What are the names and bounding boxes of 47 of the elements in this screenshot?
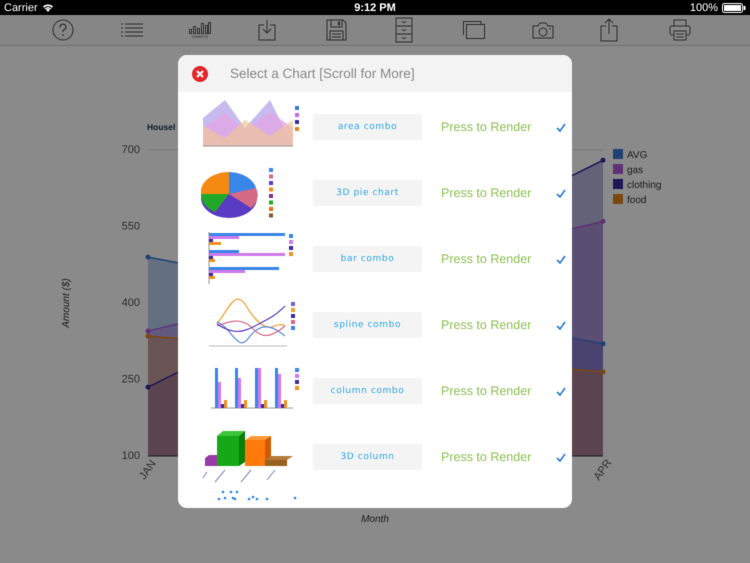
y-tick-label: 700 [122, 144, 140, 156]
data-point [600, 369, 606, 374]
y-tick-label: 100 [122, 450, 140, 462]
download-icon[interactable] [258, 19, 276, 41]
legend-label: clothing [627, 180, 662, 191]
data-point [600, 341, 606, 346]
status-time: 9:12 PM [354, 2, 396, 14]
legend-label: AVG [627, 150, 648, 161]
camera-icon[interactable] [532, 22, 554, 38]
legend-label: gas [627, 165, 644, 176]
battery-icon [722, 2, 746, 12]
chart-type-label[interactable]: column combo [313, 378, 422, 404]
print-icon[interactable] [668, 19, 690, 41]
bar-chart-icon[interactable] [189, 22, 211, 34]
render-link[interactable]: Press to Render [441, 450, 532, 464]
y-tick-label: 550 [122, 220, 140, 232]
dialog-title: Select a Chart [Scroll for More] [230, 66, 415, 81]
chart-type-label[interactable]: area combo [313, 114, 422, 140]
close-icon[interactable] [192, 66, 208, 82]
share-icon[interactable] [600, 18, 618, 42]
save-icon[interactable] [326, 19, 347, 41]
chart-type-label[interactable]: 3D pie chart [313, 180, 422, 206]
legend-label: food [627, 195, 646, 206]
render-link[interactable]: Press to Render [441, 186, 532, 200]
y-tick-label: 400 [122, 297, 140, 309]
chart-type-label[interactable]: spline combo [313, 312, 422, 338]
list-icon[interactable] [120, 23, 142, 37]
render-link[interactable]: Press to Render [441, 120, 532, 134]
wifi-icon [42, 3, 54, 12]
help-icon[interactable] [52, 19, 74, 41]
carrier-name: Carrier [4, 2, 38, 14]
y-axis-label: Amount ($) [61, 278, 72, 328]
y-tick-label: 250 [122, 374, 140, 386]
data-point [600, 158, 606, 163]
render-link[interactable]: Press to Render [441, 318, 532, 332]
battery-percent: 100% [690, 2, 718, 14]
data-point [146, 254, 150, 260]
chart-type-label[interactable]: bar combo [313, 246, 422, 272]
cabinet-icon[interactable] [394, 17, 412, 43]
render-link[interactable]: Press to Render [441, 384, 532, 398]
chart-title: Housel [147, 122, 176, 132]
chart-type-label[interactable]: 3D column [313, 444, 422, 470]
data-point [600, 218, 606, 224]
windows-icon[interactable] [463, 21, 485, 39]
x-axis-label: Month [361, 514, 389, 525]
render-link[interactable]: Press to Render [441, 252, 532, 266]
data-point [146, 384, 150, 390]
